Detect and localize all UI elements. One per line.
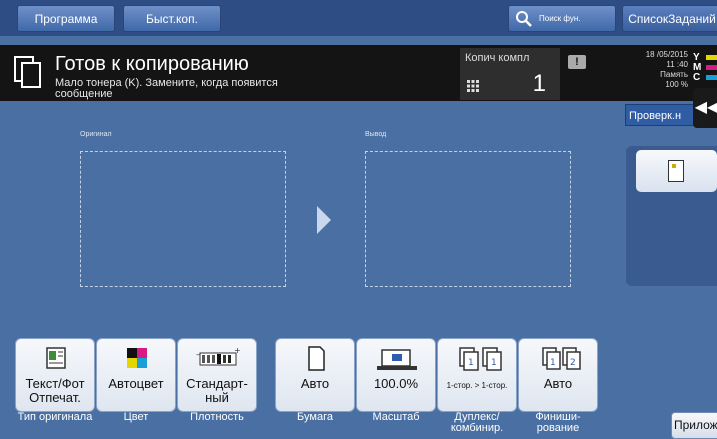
date-time-memory: 18 /05/2015 11 :40 Память 100 % [600, 50, 688, 90]
arrow-right-icon [317, 206, 331, 234]
duplex-button[interactable]: 1 1 1-стор. > 1-стор. [437, 338, 517, 412]
original-preview [80, 151, 286, 287]
color-value: Автоцвет [108, 376, 164, 391]
density-caption: Плотность [190, 411, 244, 423]
toner-warning-message: Мало тонера (K). Замените, когда появитс… [55, 77, 278, 100]
finishing-value: Авто [543, 376, 573, 391]
duplex-value: 1-стор. > 1-стор. [446, 381, 508, 390]
svg-text:1: 1 [468, 358, 474, 368]
keypad-icon [467, 80, 479, 92]
copies-counter[interactable]: Копич компл 1 [460, 48, 560, 100]
applications-button[interactable]: Приложение [671, 412, 717, 439]
copy-document-icon [14, 56, 41, 88]
toner-c: C [693, 72, 701, 83]
paper-value: Авто [300, 376, 330, 391]
copies-label: Копич компл [465, 52, 530, 64]
duplex-icon: 1 1 [459, 347, 502, 371]
ready-status-title: Готов к копированию [55, 53, 249, 75]
memory-value: 100 % [665, 80, 688, 89]
paper-caption: Бумага [297, 411, 333, 423]
search-icon [516, 11, 532, 27]
paper-button[interactable]: Авто [275, 338, 355, 412]
toner-y-bar [706, 55, 717, 60]
job-list-button[interactable]: СписокЗаданий [622, 5, 717, 32]
svg-text:1: 1 [491, 358, 497, 368]
output-preview [365, 151, 571, 287]
zoom-caption: Масштаб [372, 411, 420, 423]
svg-text:2: 2 [570, 358, 576, 368]
search-label: Поиск фун. [539, 14, 581, 23]
density-button[interactable]: – + Стандарт-ный [177, 338, 257, 412]
date: 18 /05/2015 [645, 50, 688, 59]
fast-copy-button[interactable]: Быст.коп. [123, 5, 221, 32]
zoom-value: 100.0% [373, 376, 419, 391]
warning-icon[interactable]: ! [568, 55, 586, 69]
zoom-button[interactable]: 100.0% [356, 338, 436, 412]
memory-label: Память [660, 70, 688, 79]
copy-screen: Программа Быст.коп. Поиск фун. СписокЗад… [0, 0, 717, 439]
svg-text:–: – [196, 350, 200, 359]
output-label: Вывод [365, 131, 387, 138]
paper-tray-button[interactable] [636, 150, 717, 192]
check-details-button[interactable]: Проверк.н [625, 104, 697, 126]
double-chevron-left-icon: ◀◀ [694, 99, 717, 116]
svg-text:1: 1 [550, 358, 556, 368]
paper-sheet-icon [308, 346, 325, 371]
density-scale-icon: – + [196, 346, 241, 366]
text-photo-icon [46, 347, 66, 369]
toner-levels: Y M C [693, 53, 701, 83]
auto-color-icon [127, 348, 147, 368]
program-button[interactable]: Программа [17, 5, 115, 32]
copies-value: 1 [532, 70, 546, 97]
collapse-panel-button[interactable]: ◀◀ [693, 88, 717, 128]
finishing-caption: Финиши-рование [535, 411, 581, 434]
duplex-caption: Дуплекс/ комбинир. [450, 411, 504, 434]
original-type-caption: Тип оригинала [17, 411, 93, 423]
original-type-button[interactable]: Текст/Фот Отпечат. [15, 338, 95, 412]
time: 11 :40 [666, 60, 688, 69]
function-search-button[interactable]: Поиск фун. [508, 5, 616, 32]
paper-icon [668, 160, 684, 182]
finishing-icon: 1 2 [542, 347, 581, 370]
density-value: Стандарт-ный [186, 376, 248, 405]
original-type-value: Текст/Фот Отпечат. [25, 376, 85, 405]
original-label: Оригинал [80, 131, 112, 138]
toner-m-bar [706, 65, 717, 70]
finishing-button[interactable]: 1 2 Авто [518, 338, 598, 412]
color-caption: Цвет [123, 411, 149, 423]
zoom-icon [377, 349, 417, 370]
toner-c-bar [706, 75, 717, 80]
svg-text:+: + [234, 346, 241, 355]
color-button[interactable]: Автоцвет [96, 338, 176, 412]
